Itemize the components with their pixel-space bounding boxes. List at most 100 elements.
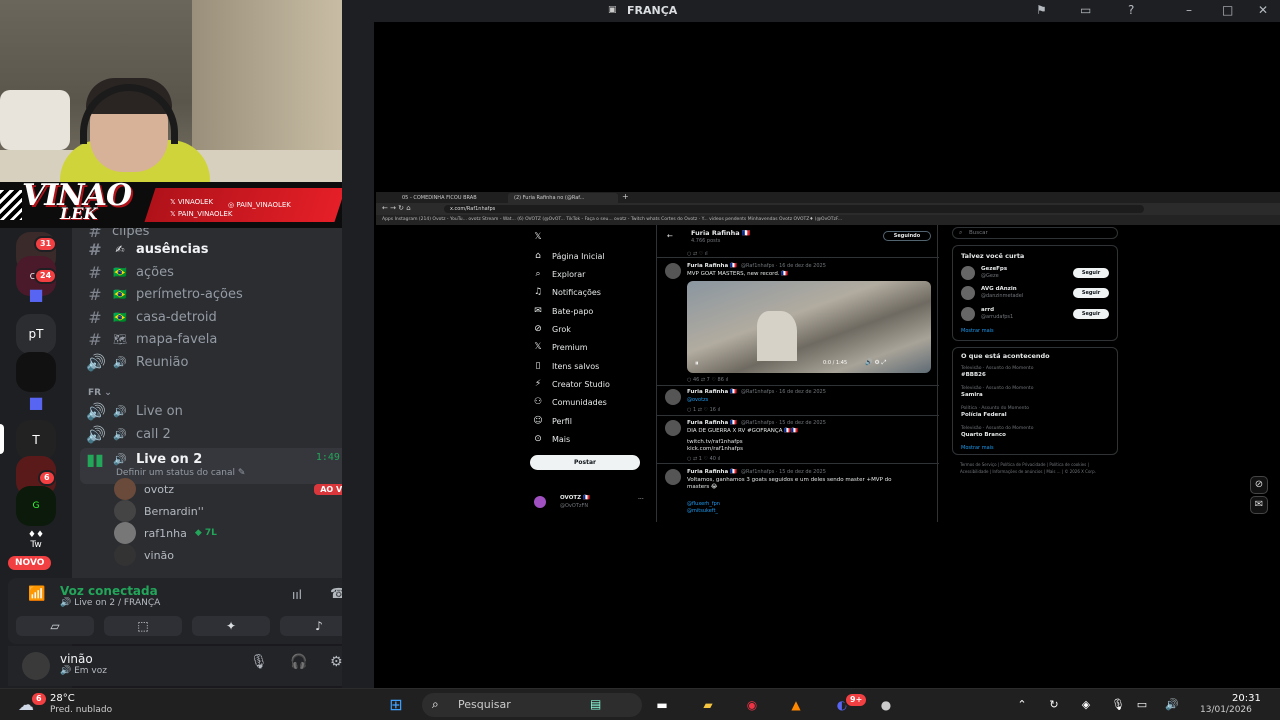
user-name[interactable]: vinão [60,652,93,666]
channel-mapa-favela[interactable]: # 🗺 mapa-favela [86,328,366,350]
user-avatar[interactable] [22,652,50,680]
channel-ausencias[interactable]: # ✍ ausências [86,238,366,260]
taskbar-search[interactable]: ⌕ Pesquisar ▤ [422,693,642,717]
voice-user-bernardin[interactable]: Bernardin''⊘ ⊘ [114,500,364,522]
minimize-icon[interactable]: – [1186,3,1192,17]
server-icon-dark[interactable] [16,352,56,392]
mic-icon[interactable]: 🎙 [250,654,268,670]
channel-casa-detroid[interactable]: # 🇧🇷 casa-detroid [86,306,366,328]
video-controls-icon[interactable]: 🔊 ⚙ ⤢ [865,359,886,367]
camera-off-button[interactable]: ▱ [16,616,94,636]
windows-start-icon[interactable]: ⊞ [386,695,406,715]
trend-name[interactable]: Samira [961,392,983,398]
follow-button[interactable]: Seguir [1073,309,1109,319]
trend-name[interactable]: #BBB26 [961,372,986,378]
close-icon[interactable]: ✕ [1258,3,1268,17]
maximize-icon[interactable]: □ [1222,3,1233,17]
tweet-author[interactable]: Furia Rafinha 🇫🇷 [687,263,737,269]
nav-profile[interactable]: ☺ Perfil [532,414,642,428]
task-view-icon[interactable]: ▬ [652,695,672,715]
trend-name[interactable]: Polícia Federal [961,412,1007,418]
voice-connected-subtitle[interactable]: 🔊 Live on 2 / FRANÇA [60,598,160,608]
nav-chat[interactable]: ✉ Bate-papo [532,304,642,318]
messages-float-icon[interactable]: ✉ [1250,496,1268,514]
back-arrow-icon[interactable]: ← [667,232,673,240]
tweet-actions-row[interactable]: ○ 46 ⇄ 7 ♡ 86 ıl [687,377,728,383]
channel-perimetro-acoes[interactable]: # 🇧🇷 perímetro-ações [86,283,366,305]
search-box[interactable]: ⌕ Buscar [952,227,1118,239]
follow-button[interactable]: Seguir [1073,268,1109,278]
nav-buttons-icon[interactable]: ← → ↻ ⌂ [382,204,411,212]
chrome-icon[interactable]: ◉ [742,695,762,715]
stream-view-icon[interactable]: ▭ [1080,3,1091,17]
nav-bookmarks[interactable]: ▯ Itens salvos [532,359,642,373]
suggest-name[interactable]: arrd [981,307,994,313]
tweet-link[interactable]: @ovotzs [687,397,708,403]
tweet-author[interactable]: Furia Rafinha 🇫🇷 [687,389,737,395]
channel-acoes[interactable]: # 🇧🇷 ações [86,261,366,283]
voice-channel-call-2[interactable]: 🔊 🔊 call 2 [86,423,366,445]
show-more-link[interactable]: Mostrar mais [961,328,994,334]
tweet-video[interactable]: ⏸ 0:0 / 1:45 🔊 ⚙ ⤢ [687,281,931,373]
screen-share-button[interactable]: ⬚ [104,616,182,636]
novo-badge[interactable]: NOVO [8,556,52,570]
voice-channel-live-on[interactable]: 🔊 🔊 Live on [86,400,366,422]
nav-communities[interactable]: ⚇ Comunidades [532,395,642,409]
tweet-link[interactable]: @fluxerh_fpn [687,501,720,507]
noise-suppression-icon[interactable]: ııl [292,588,302,602]
activities-button[interactable]: ✦ [192,616,270,636]
voice-user-ovotz[interactable]: ovotz AO VIVO [114,478,364,500]
pause-icon[interactable]: ⏸ [695,359,699,368]
browser-tab-2[interactable]: (2) Furia Rafinha no (@Raf... [508,193,618,203]
folder-icon[interactable]: ■ [24,282,48,306]
nav-grok[interactable]: ⊘ Grok [532,322,642,336]
bookmarks-bar[interactable]: Apps Instagram (214) Ovotz - YouTu... ov… [376,215,1280,225]
weather-temp[interactable]: 28°C [50,693,75,704]
tweet-link[interactable]: @mitsukeft_ [687,508,718,514]
file-explorer-icon[interactable]: ▰ [698,695,718,715]
nav-explore[interactable]: ⌕ Explorar [532,267,642,281]
flag-icon[interactable]: ⚑ [1036,3,1047,17]
tweet-author[interactable]: Furia Rafinha 🇫🇷 [687,420,737,426]
voice-user-raf1nha[interactable]: raf1nha ◆ 7L [114,522,364,544]
nav-home[interactable]: ⌂ Página Inicial [532,249,642,263]
x-logo[interactable]: 𝕏 [532,230,642,244]
channel-reuniao[interactable]: 🔊 🔊 Reunião [86,351,366,373]
url-field[interactable]: x.com/Raf1nhafps [444,205,1144,213]
clock-time[interactable]: 20:31 [1232,693,1261,704]
folder-icon-2[interactable]: ■ [24,390,48,414]
server-pt[interactable]: pT [16,314,56,354]
category-fr[interactable]: FR ⌄ [88,388,112,398]
gear-icon[interactable]: ⚙ [330,654,343,670]
headphones-icon[interactable]: 🎧 [290,654,307,670]
suggest-name[interactable]: GezeFps [981,266,1007,272]
sync-icon[interactable]: ↻ [1044,695,1064,715]
server-icon-trn[interactable]: T [16,420,56,460]
tweet-author[interactable]: Furia Rafinha 🇫🇷 [687,469,737,475]
follow-button[interactable]: Seguir [1073,288,1109,298]
new-tab-icon[interactable]: + [622,192,629,201]
show-more-link[interactable]: Mostrar mais [961,445,994,451]
browser-tab-1[interactable]: 05 - COMEDINHA FICOU BRAB [396,193,506,203]
volume-icon[interactable]: 🔊 [1162,695,1182,715]
mic-icon[interactable]: 🎙 [1108,695,1128,715]
nav-creator-studio[interactable]: ⚡ Creator Studio [532,377,642,391]
help-icon[interactable]: ? [1128,3,1134,17]
trend-name[interactable]: Quarto Branco [961,432,1006,438]
tweet-actions-row[interactable]: ○ ⇄ 1 ♡ 40 ıl [687,456,720,462]
voice-connected-title[interactable]: Voz conectada [60,584,158,598]
post-button[interactable]: Postar [530,455,640,470]
obs-icon[interactable]: ● [876,695,896,715]
tweet-actions-row[interactable]: ○ 1 ⇄ ♡ 16 ıl [687,407,720,413]
grok-float-icon[interactable]: ⊘ [1250,476,1268,494]
suggest-name[interactable]: AVG dAnzin [981,286,1017,292]
account-switcher[interactable]: OVOTZ 🇫🇷 @OvOTzFN ··· [534,494,654,510]
nav-more[interactable]: ⊙ Mais [532,432,642,446]
nav-premium[interactable]: 𝕏 Premium [532,340,642,354]
voice-user-vinao[interactable]: vinão [114,544,364,566]
following-button[interactable]: Seguindo [883,231,931,241]
x-footer-links[interactable]: Termos de Serviço | Política de Privacid… [960,461,1110,475]
network-icon[interactable]: ▭ [1132,695,1152,715]
app-orange-icon[interactable]: ▲ [786,695,806,715]
nav-notifications[interactable]: ♫ Notificações [532,285,642,299]
